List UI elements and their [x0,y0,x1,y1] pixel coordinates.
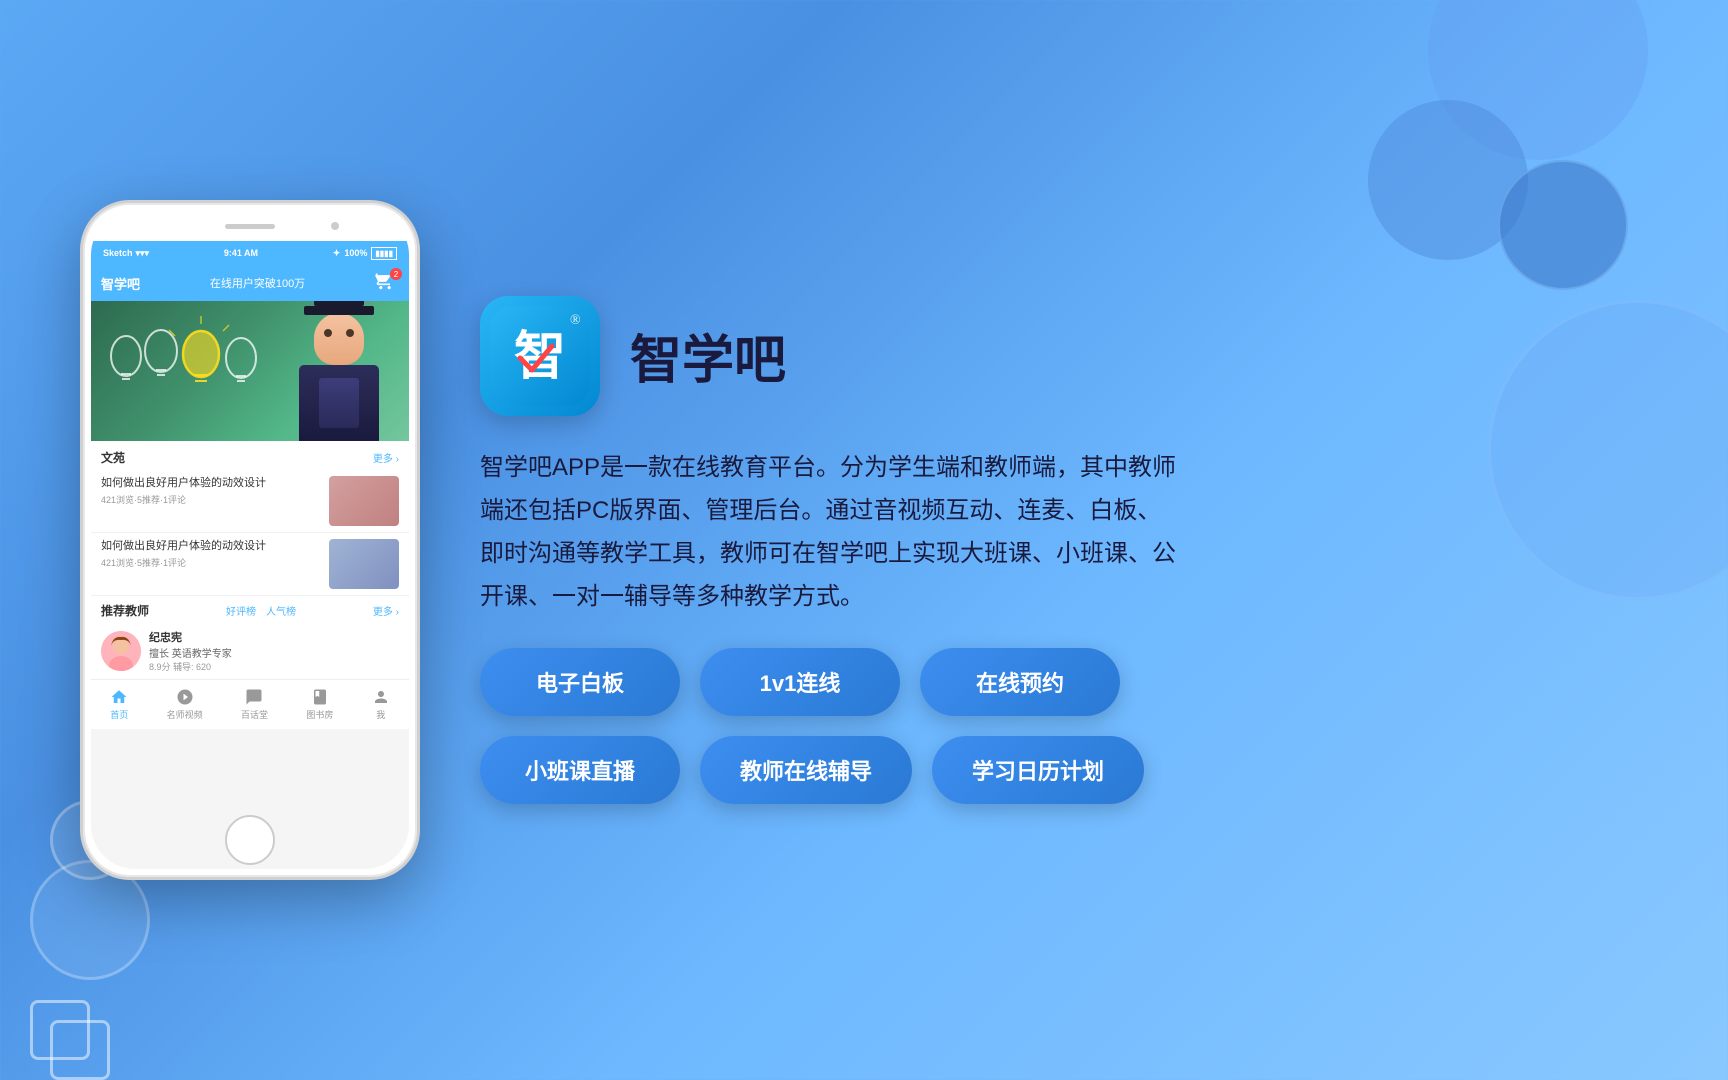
feature-row-2: 小班课直播 教师在线辅导 学习日历计划 [480,736,1648,804]
article-title-1: 如何做出良好用户体验的动效设计 [101,476,321,491]
feature-btn-whiteboard[interactable]: 电子白板 [480,648,680,716]
celebrity-icon [176,688,194,706]
app-promo-text: 在线用户突破100万 [210,275,305,291]
phone-frame: Sketch ▾▾▾ 9:41 AM ✦ 100% ▮▮▮▮ 智学吧 在线用户突… [80,200,420,880]
teacher-specialty: 擅长 英语教学专家 [149,645,232,660]
brand-header: ® 智 智学吧 [480,296,1648,416]
feature-btn-tutoring[interactable]: 教师在线辅导 [700,736,912,804]
nav-item-classroom[interactable]: 百话堂 [241,688,268,721]
time-display: 9:41 AM [224,248,258,258]
feature-buttons: 电子白板 1v1连线 在线预约 小班课直播 教师在线辅导 学习日历计划 [480,648,1648,804]
teacher-tab-good[interactable]: 好评榜 [226,603,256,618]
phone-vol-down-button [80,378,82,413]
articles-title: 文苑 [101,449,125,466]
deco-square-inner [50,1020,110,1080]
phone-top-bar [91,211,409,241]
article-text-1: 如何做出良好用户体验的动效设计 421浏览·5推荐·1评论 [101,476,321,526]
nav-label-library: 图书房 [306,708,333,721]
feature-btn-1v1[interactable]: 1v1连线 [700,648,900,716]
article-thumb-1 [329,476,399,526]
article-text-2: 如何做出良好用户体验的动效设计 421浏览·5推荐·1评论 [101,539,321,589]
graduate-figure [289,306,389,441]
feature-btn-smallclass[interactable]: 小班课直播 [480,736,680,804]
articles-more[interactable]: 更多 › [373,450,399,465]
teacher-tabs: 好评榜 人气榜 [226,603,296,618]
brand-logo-svg: ® 智 [490,306,590,406]
app-header: 智学吧 在线用户突破100万 2 [91,265,409,301]
article-item-2[interactable]: 如何做出良好用户体验的动效设计 421浏览·5推荐·1评论 [91,533,409,596]
brand-name: 智学吧 [630,318,786,393]
phone-camera [331,222,339,230]
right-section: ® 智 智学吧 智学吧APP是一款在线教育平台。分为学生端和教师端，其中教师端还… [480,276,1648,805]
article-meta-1: 421浏览·5推荐·1评论 [101,493,321,506]
teacher-name: 纪忠宪 [149,629,232,645]
article-thumb-2 [329,539,399,589]
phone-power-button [418,353,420,403]
article-title-2: 如何做出良好用户体验的动效设计 [101,539,321,554]
nav-item-library[interactable]: 图书房 [306,688,333,721]
article-item-1[interactable]: 如何做出良好用户体验的动效设计 421浏览·5推荐·1评论 [91,470,409,533]
teacher-avatar [101,631,141,671]
app-logo-text: 智学吧 [101,274,140,293]
nav-item-profile[interactable]: 我 [372,688,390,721]
app-bottom-nav: 首页 名师视频 百话堂 [91,679,409,729]
bluetooth-icon: ✦ [333,248,341,259]
article-meta-2: 421浏览·5推荐·1评论 [101,556,321,569]
banner-lightbulbs-svg [101,306,261,436]
nav-item-home[interactable]: 首页 [110,688,128,721]
brand-logo: ® 智 [480,296,600,416]
teacher-info: 纪忠宪 擅长 英语教学专家 8.9分 辅导: 620 [149,629,232,673]
nav-item-celebrity[interactable]: 名师视频 [167,688,203,721]
status-bar: Sketch ▾▾▾ 9:41 AM ✦ 100% ▮▮▮▮ [91,241,409,265]
nav-label-celebrity: 名师视频 [167,708,203,721]
bg-decoration-3 [1498,160,1628,290]
battery-icon: ▮▮▮▮ [371,247,397,260]
svg-text:®: ® [570,313,581,328]
feature-btn-booking[interactable]: 在线预约 [920,648,1120,716]
articles-section-header: 文苑 更多 › [91,441,409,470]
nav-label-classroom: 百话堂 [241,708,268,721]
wifi-icon: ▾▾▾ [136,248,150,259]
teacher-stats: 8.9分 辅导: 620 [149,660,232,673]
feature-row-1: 电子白板 1v1连线 在线预约 [480,648,1648,716]
phone-section: Sketch ▾▾▾ 9:41 AM ✦ 100% ▮▮▮▮ 智学吧 在线用户突… [80,200,420,880]
classroom-icon [245,688,263,706]
app-content: 文苑 更多 › 如何做出良好用户体验的动效设计 421浏览·5推荐·1评论 [91,441,409,679]
teachers-title: 推荐教师 [101,602,149,619]
status-left: Sketch ▾▾▾ [103,248,149,259]
phone-home-button[interactable] [225,815,275,865]
status-right: ✦ 100% ▮▮▮▮ [333,247,397,260]
teachers-more[interactable]: 更多 › [373,603,399,618]
profile-icon [372,688,390,706]
nav-label-home: 首页 [110,708,128,721]
app-banner [91,301,409,441]
phone-speaker [225,224,275,229]
teacher-tab-popular[interactable]: 人气榜 [266,603,296,618]
phone-vol-up-button [80,333,82,368]
phone-inner: Sketch ▾▾▾ 9:41 AM ✦ 100% ▮▮▮▮ 智学吧 在线用户突… [91,211,409,869]
app-description: 智学吧APP是一款在线教育平台。分为学生端和教师端，其中教师端还包括PC版界面、… [480,446,1180,619]
library-icon [311,688,329,706]
nav-label-profile: 我 [376,708,385,721]
cart-count: 2 [390,268,402,280]
teacher-item-1[interactable]: 纪忠宪 擅长 英语教学专家 8.9分 辅导: 620 [91,623,409,679]
teachers-section-header: 推荐教师 好评榜 人气榜 更多 › [91,596,409,623]
home-icon [110,688,128,706]
carrier-text: Sketch [103,248,133,258]
cart-icon[interactable]: 2 [375,271,399,295]
feature-btn-schedule[interactable]: 学习日历计划 [932,736,1144,804]
battery-text: 100% [344,248,367,258]
